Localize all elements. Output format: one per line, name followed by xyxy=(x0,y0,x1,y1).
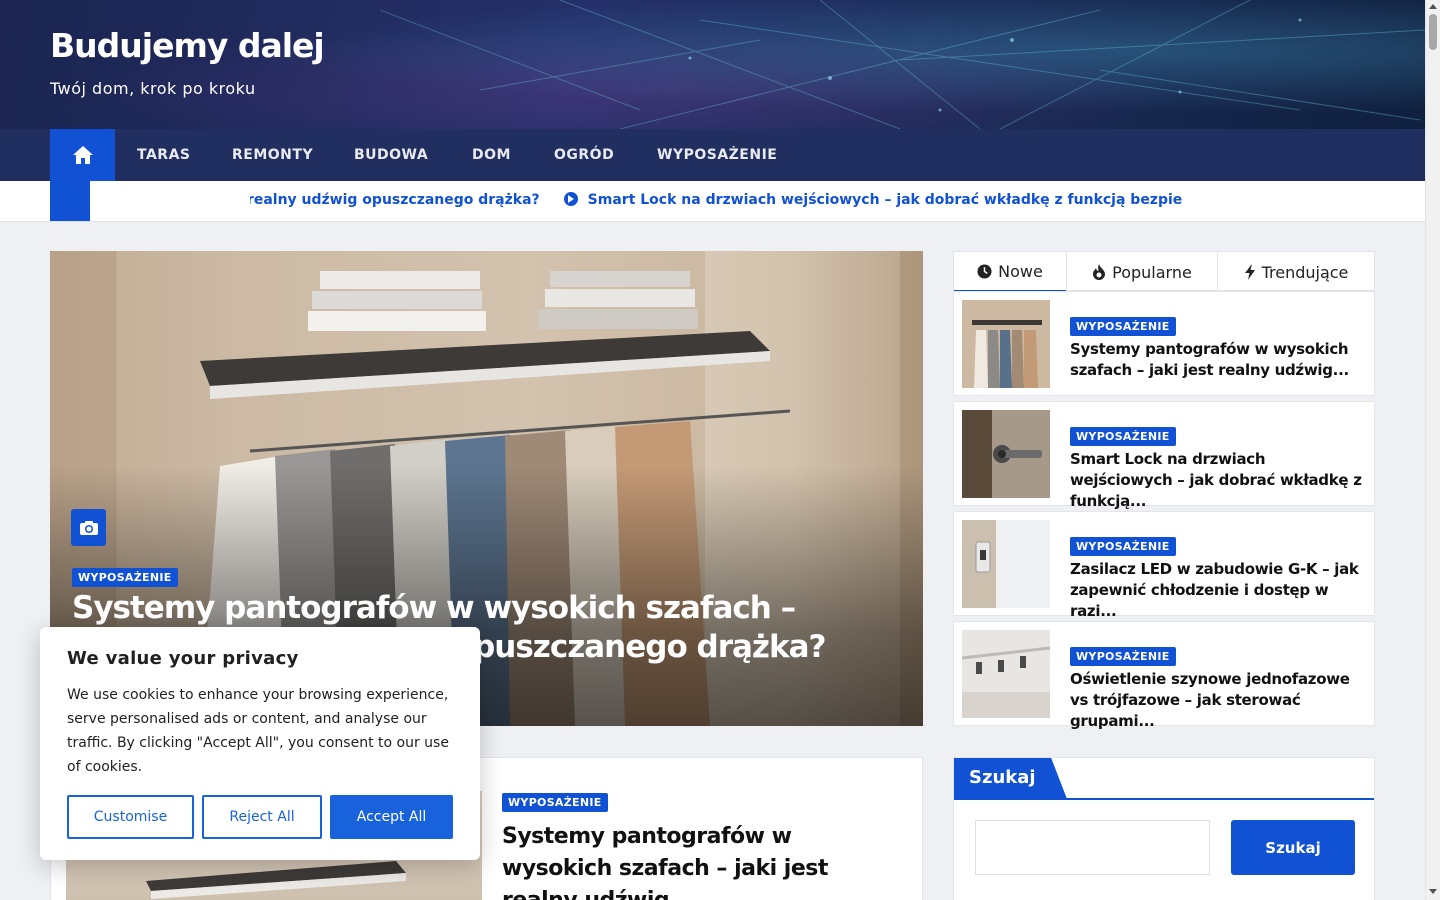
site-tagline: Twój dom, krok po kroku xyxy=(50,79,256,98)
sidebar-post-thumbnail[interactable] xyxy=(962,520,1050,608)
accept-all-button[interactable]: Accept All xyxy=(330,795,453,839)
sidebar-post-title[interactable]: Systemy pantografów w wysokich szafach –… xyxy=(1070,339,1362,381)
nav-item-ogrod[interactable]: OGRÓD xyxy=(554,129,614,181)
reject-all-button[interactable]: Reject All xyxy=(202,795,322,839)
tab-nowe[interactable]: Nowe xyxy=(954,252,1066,292)
site-header: Budujemy dalej Twój dom, krok po kroku xyxy=(0,0,1425,129)
category-badge[interactable]: WYPOSAŻENIE xyxy=(502,793,608,812)
tab-label: Trendujące xyxy=(1261,262,1349,282)
nav-home-button[interactable] xyxy=(50,129,115,181)
sidebar-post-title[interactable]: Smart Lock na drzwiach wejściowych – jak… xyxy=(1070,449,1362,512)
play-circle-icon xyxy=(563,192,578,206)
ticker-label-tab xyxy=(50,181,90,221)
ticker-track: Systemy pantografów w wysokich szafach –… xyxy=(250,181,1376,221)
door-lock-thumbnail xyxy=(962,410,1050,498)
page-scrollbar[interactable] xyxy=(1425,0,1440,900)
sidebar-post-item[interactable]: WYPOSAŻENIE Oświetlenie szynowe jednofaz… xyxy=(953,621,1375,730)
sidebar-post-thumbnail[interactable] xyxy=(962,300,1050,388)
camera-icon xyxy=(71,509,106,546)
fire-icon xyxy=(1092,264,1106,280)
ticker-item[interactable]: Smart Lock na drzwiach wejściowych – jak… xyxy=(588,192,1183,208)
sidebar-post-item[interactable]: WYPOSAŻENIE Zasilacz LED w zabudowie G-K… xyxy=(953,511,1375,620)
sidebar-post-thumbnail[interactable] xyxy=(962,630,1050,718)
sidebar-post-title[interactable]: Zasilacz LED w zabudowie G-K – jak zapew… xyxy=(1070,559,1362,622)
category-badge[interactable]: WYPOSAŻENIE xyxy=(72,568,178,587)
main-navigation: TARAS REMONTY BUDOWA DOM OGRÓD WYPOSAŻEN… xyxy=(0,129,1425,181)
cookie-consent-banner: We value your privacy We use cookies to … xyxy=(40,627,480,860)
search-button[interactable]: Szukaj xyxy=(1231,820,1355,875)
tab-trendujace[interactable]: Trendujące xyxy=(1218,252,1374,292)
search-widget-header: Szukaj xyxy=(954,758,1374,800)
tab-label: Popularne xyxy=(1112,262,1192,282)
nav-item-budowa[interactable]: BUDOWA xyxy=(354,129,428,181)
category-badge[interactable]: WYPOSAŻENIE xyxy=(1070,537,1176,556)
search-widget: Szukaj Szukaj xyxy=(953,757,1375,900)
tab-popularne[interactable]: Popularne xyxy=(1067,252,1217,292)
nav-item-dom[interactable]: DOM xyxy=(472,129,511,181)
category-badge[interactable]: WYPOSAŻENIE xyxy=(1070,317,1176,336)
post-title[interactable]: Systemy pantografów w wysokich szafach –… xyxy=(502,821,902,900)
tab-label: Nowe xyxy=(998,261,1043,281)
clock-icon xyxy=(977,263,992,279)
sidebar-post-item[interactable]: WYPOSAŻENIE Systemy pantografów w wysoki… xyxy=(953,291,1375,396)
home-icon xyxy=(72,146,93,164)
sidebar-post-thumbnail[interactable] xyxy=(962,410,1050,498)
customise-button[interactable]: Customise xyxy=(67,795,194,839)
nav-item-taras[interactable]: TARAS xyxy=(137,129,191,181)
track-lighting-thumbnail xyxy=(962,630,1050,718)
led-power-supply-thumbnail xyxy=(962,520,1050,608)
cookie-description: We use cookies to enhance your browsing … xyxy=(67,687,449,775)
search-input[interactable] xyxy=(975,820,1210,875)
cookie-title: We value your privacy xyxy=(67,648,299,669)
search-widget-title: Szukaj xyxy=(954,758,1067,799)
category-badge[interactable]: WYPOSAŻENIE xyxy=(1070,647,1176,666)
site-title[interactable]: Budujemy dalej xyxy=(50,26,325,65)
sidebar-post-item[interactable]: WYPOSAŻENIE Smart Lock na drzwiach wejśc… xyxy=(953,401,1375,510)
scrollbar-thumb[interactable] xyxy=(1429,14,1437,50)
sidebar-post-title[interactable]: Oświetlenie szynowe jednofazowe vs trójf… xyxy=(1070,669,1362,732)
sidebar-tabs: Nowe Popularne Trendujące xyxy=(953,251,1375,292)
nav-item-remonty[interactable]: REMONTY xyxy=(232,129,313,181)
category-badge[interactable]: WYPOSAŻENIE xyxy=(1070,427,1176,446)
scroll-up-arrow-icon[interactable] xyxy=(1429,4,1437,9)
wardrobe-thumbnail xyxy=(962,300,1050,388)
scroll-down-arrow-icon[interactable] xyxy=(1429,889,1437,894)
news-ticker: Systemy pantografów w wysokich szafach –… xyxy=(0,181,1425,222)
ticker-item[interactable]: Systemy pantografów w wysokich szafach –… xyxy=(250,192,540,208)
nav-item-wyposazenie[interactable]: WYPOSAŻENIE xyxy=(657,129,777,181)
bolt-icon xyxy=(1244,264,1256,280)
